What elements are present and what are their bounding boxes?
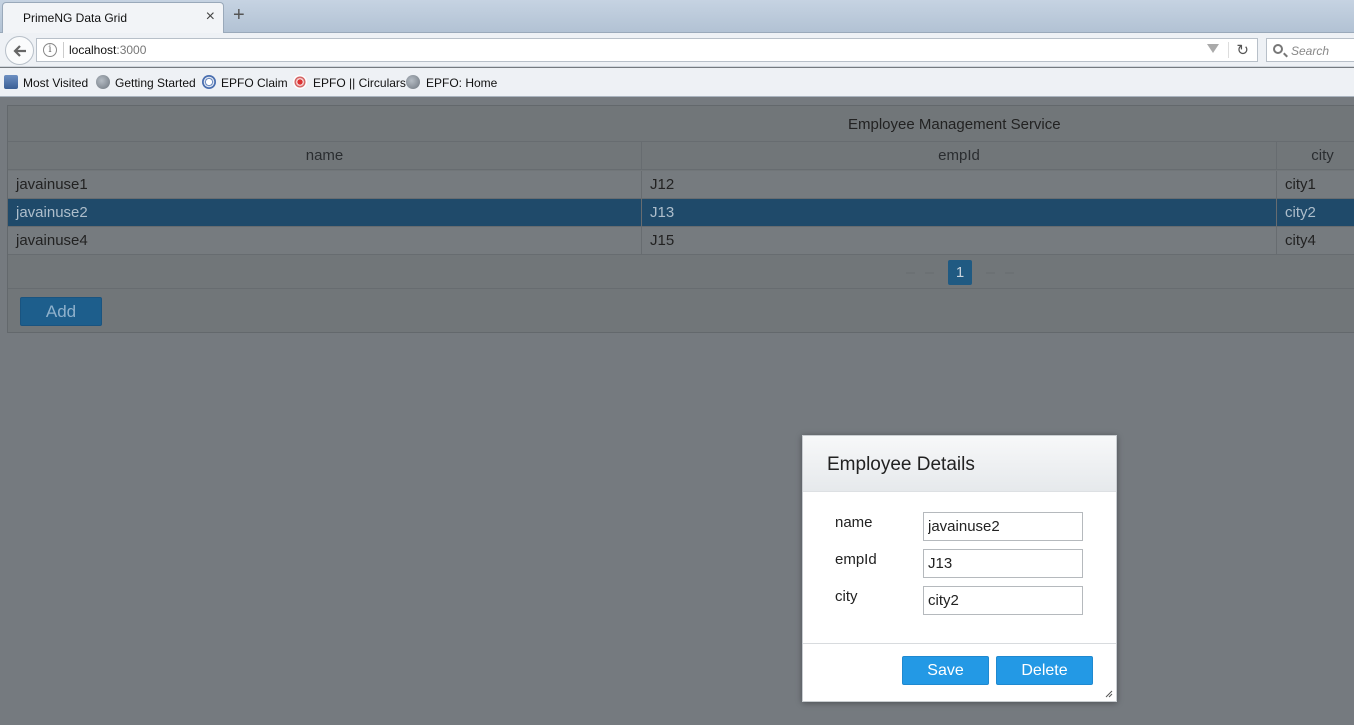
name-input[interactable] — [923, 512, 1083, 541]
next-page-button[interactable] — [986, 272, 995, 274]
back-arrow-icon — [13, 45, 26, 57]
city-input[interactable] — [923, 586, 1083, 615]
cell-name: javainuse2 — [8, 199, 642, 227]
table-row[interactable]: javainuse4 J15 city4 — [8, 227, 1354, 255]
employee-details-dialog: Employee Details name empId city Save De… — [802, 435, 1117, 702]
seal-icon — [293, 75, 307, 89]
bookmarks-bar: Most Visited Getting Started EPFO Claim … — [0, 68, 1354, 97]
dialog-divider — [803, 643, 1116, 644]
bookmark-epfo-circulars[interactable]: EPFO || Circulars — [313, 76, 406, 90]
url-host: localhost — [69, 43, 117, 57]
url-port: :3000 — [116, 43, 147, 57]
table-row-selected[interactable]: javainuse2 J13 city2 — [8, 199, 1354, 227]
bookmark-epfo-home[interactable]: EPFO: Home — [426, 76, 497, 90]
column-header-empid[interactable]: empId — [642, 142, 1277, 170]
navigation-bar: i localhost:3000 ↻ Search — [0, 33, 1354, 67]
cell-name: javainuse4 — [8, 227, 642, 255]
dialog-title: Employee Details — [827, 454, 975, 475]
column-header-city[interactable]: city — [1277, 142, 1354, 170]
grid-caption: Employee Management Service — [8, 106, 1354, 142]
seal-icon — [202, 75, 216, 89]
bookmark-epfo-claim[interactable]: EPFO Claim — [221, 76, 288, 90]
cell-city: city1 — [1285, 176, 1316, 193]
column-header-name[interactable]: name — [8, 142, 642, 170]
cell-empid: J15 — [642, 227, 1277, 255]
name-label: name — [835, 514, 873, 531]
data-grid: Employee Management Service name empId c… — [7, 105, 1354, 333]
resize-handle-icon[interactable] — [1105, 690, 1113, 698]
cell-city: city4 — [1285, 232, 1316, 249]
cell-empid: J13 — [642, 199, 1277, 227]
grid-header: name empId city — [8, 142, 1354, 170]
cell-empid: J12 — [642, 171, 1277, 199]
tab-title: PrimeNG Data Grid — [23, 11, 128, 25]
paginator: 1 — [8, 255, 1354, 289]
browser-tab[interactable]: PrimeNG Data Grid × — [2, 2, 224, 33]
save-button[interactable]: Save — [902, 656, 989, 685]
city-label: city — [835, 588, 858, 605]
delete-button[interactable]: Delete — [996, 656, 1093, 685]
page-content: Employee Management Service name empId c… — [0, 97, 1354, 725]
close-icon[interactable]: × — [206, 8, 215, 26]
bookmark-most-visited[interactable]: Most Visited — [23, 76, 88, 90]
tab-strip: PrimeNG Data Grid × + — [0, 0, 1354, 33]
back-button[interactable] — [5, 36, 34, 65]
reload-icon[interactable]: ↻ — [1236, 41, 1249, 59]
bookmark-getting-started[interactable]: Getting Started — [115, 76, 196, 90]
url-separator — [63, 42, 64, 58]
table-row[interactable]: javainuse1 J12 city1 — [8, 171, 1354, 199]
address-bar[interactable]: i localhost:3000 ↻ — [36, 38, 1258, 62]
bookmark-folder-icon — [4, 75, 18, 89]
reload-separator — [1228, 42, 1229, 58]
prev-page-button[interactable] — [925, 272, 934, 274]
globe-icon — [406, 75, 420, 89]
last-page-button[interactable] — [1005, 272, 1014, 274]
search-icon — [1273, 44, 1283, 54]
grid-footer: Add — [8, 289, 1354, 334]
info-icon[interactable]: i — [43, 43, 57, 57]
globe-icon — [96, 75, 110, 89]
cell-city: city2 — [1285, 204, 1316, 221]
page-number-button[interactable]: 1 — [948, 260, 972, 285]
url-text[interactable]: localhost:3000 — [69, 43, 146, 57]
add-button[interactable]: Add — [20, 297, 102, 326]
empid-label: empId — [835, 551, 877, 568]
dialog-header[interactable]: Employee Details — [803, 436, 1116, 492]
empid-input[interactable] — [923, 549, 1083, 578]
chevron-down-icon[interactable] — [1207, 44, 1219, 53]
new-tab-button[interactable]: + — [233, 4, 245, 26]
first-page-button[interactable] — [906, 272, 915, 274]
cell-name: javainuse1 — [8, 171, 642, 199]
search-bar[interactable]: Search — [1266, 38, 1354, 62]
search-placeholder: Search — [1291, 44, 1330, 58]
grid-title: Employee Management Service — [848, 116, 1061, 133]
